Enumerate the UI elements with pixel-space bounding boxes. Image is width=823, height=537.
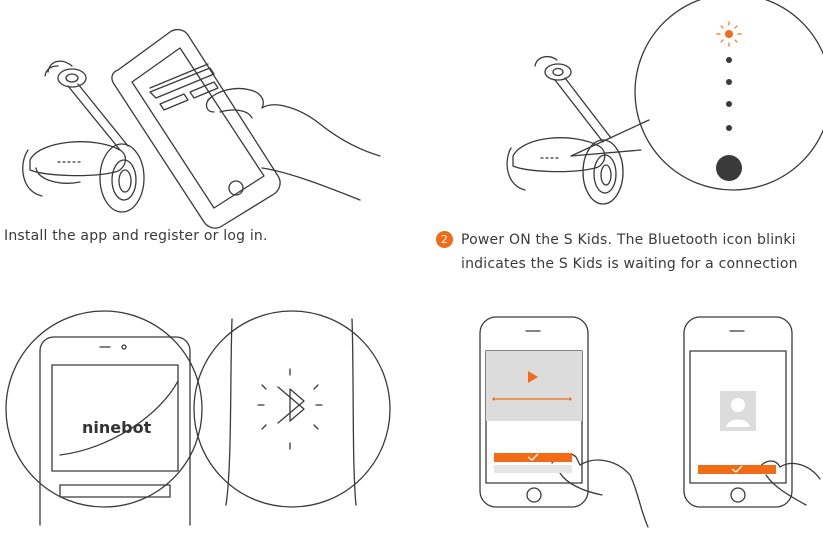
led-indicator-column (716, 21, 742, 181)
step2-caption-text: Power ON the S Kids. The Bluetooth icon … (461, 232, 796, 248)
illustration-confirm-connection (479, 316, 821, 528)
illustration-install-app (22, 28, 381, 229)
ninebot-logo: ninebot (82, 418, 152, 437)
step1-caption: Install the app and register or log in. (4, 228, 268, 244)
step2-caption-line2: indicates the S Kids is waiting for a co… (461, 256, 798, 272)
step2-number-badge: 2 (436, 231, 453, 248)
step2-caption-line1: 2 Power ON the S Kids. The Bluetooth icon… (436, 231, 796, 248)
illustration-bluetooth-blink: ninebot (5, 310, 391, 526)
illustration-power-on (506, 0, 823, 205)
